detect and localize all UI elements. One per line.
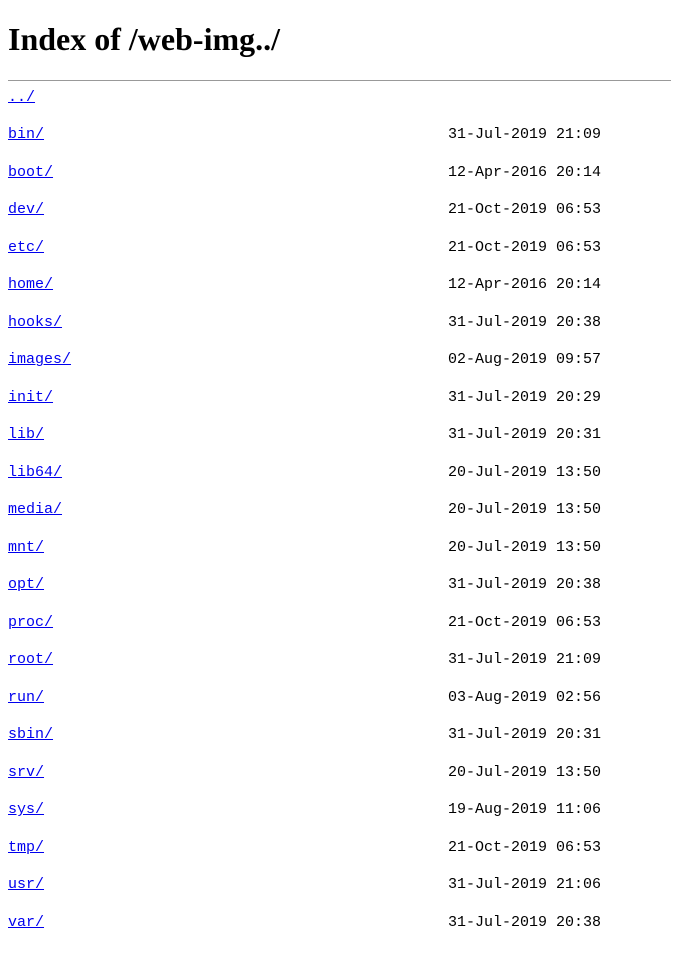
list-row: init/31-Jul-2019 20:29 xyxy=(8,389,671,408)
list-row: root/31-Jul-2019 21:09 xyxy=(8,651,671,670)
list-row: etc/21-Oct-2019 06:53 xyxy=(8,239,671,258)
entry-date: 31-Jul-2019 21:06 xyxy=(448,876,601,895)
dir-link[interactable]: home/ xyxy=(8,276,53,293)
dir-link[interactable]: dev/ xyxy=(8,201,44,218)
list-row: mnt/20-Jul-2019 13:50 xyxy=(8,539,671,558)
list-row: usr/31-Jul-2019 21:06 xyxy=(8,876,671,895)
entry-date: 31-Jul-2019 21:09 xyxy=(448,126,601,145)
list-row: opt/31-Jul-2019 20:38 xyxy=(8,576,671,595)
entry-date: 21-Oct-2019 06:53 xyxy=(448,239,601,258)
dir-link[interactable]: tmp/ xyxy=(8,839,44,856)
dir-link[interactable]: var/ xyxy=(8,914,44,931)
list-row: var/31-Jul-2019 20:38 xyxy=(8,914,671,933)
entry-date: 02-Aug-2019 09:57 xyxy=(448,351,601,370)
entry-date: 20-Jul-2019 13:50 xyxy=(448,764,601,783)
entry-date: 21-Oct-2019 06:53 xyxy=(448,614,601,633)
list-row: boot/12-Apr-2016 20:14 xyxy=(8,164,671,183)
dir-link[interactable]: images/ xyxy=(8,351,71,368)
entry-date: 31-Jul-2019 20:38 xyxy=(448,914,601,933)
entry-date: 21-Oct-2019 06:53 xyxy=(448,839,601,858)
dir-link[interactable]: lib/ xyxy=(8,426,44,443)
dir-link[interactable]: lib64/ xyxy=(8,464,62,481)
list-row: sbin/31-Jul-2019 20:31 xyxy=(8,726,671,745)
dir-link[interactable]: init/ xyxy=(8,389,53,406)
list-row: images/02-Aug-2019 09:57 xyxy=(8,351,671,370)
list-row: lib/31-Jul-2019 20:31 xyxy=(8,426,671,445)
dir-link[interactable]: proc/ xyxy=(8,614,53,631)
dir-link[interactable]: sbin/ xyxy=(8,726,53,743)
list-row-parent: ../ xyxy=(8,89,671,108)
entry-date: 31-Jul-2019 20:31 xyxy=(448,426,601,445)
dir-link[interactable]: opt/ xyxy=(8,576,44,593)
dir-link[interactable]: root/ xyxy=(8,651,53,668)
entry-date: 03-Aug-2019 02:56 xyxy=(448,689,601,708)
dir-link[interactable]: mnt/ xyxy=(8,539,44,556)
dir-link[interactable]: bin/ xyxy=(8,126,44,143)
entry-date: 20-Jul-2019 13:50 xyxy=(448,539,601,558)
dir-link[interactable]: sys/ xyxy=(8,801,44,818)
entry-date: 31-Jul-2019 21:09 xyxy=(448,651,601,670)
page-title: Index of /web-img../ xyxy=(8,21,671,58)
list-row: run/03-Aug-2019 02:56 xyxy=(8,689,671,708)
dir-link[interactable]: media/ xyxy=(8,501,62,518)
list-row: proc/21-Oct-2019 06:53 xyxy=(8,614,671,633)
divider xyxy=(8,80,671,81)
dir-link[interactable]: etc/ xyxy=(8,239,44,256)
list-row: lib64/20-Jul-2019 13:50 xyxy=(8,464,671,483)
list-row: bin/31-Jul-2019 21:09 xyxy=(8,126,671,145)
entry-date: 19-Aug-2019 11:06 xyxy=(448,801,601,820)
dir-link[interactable]: usr/ xyxy=(8,876,44,893)
entry-date: 21-Oct-2019 06:53 xyxy=(448,201,601,220)
dir-link[interactable]: run/ xyxy=(8,689,44,706)
entry-date: 12-Apr-2016 20:14 xyxy=(448,164,601,183)
entry-date: 31-Jul-2019 20:29 xyxy=(448,389,601,408)
parent-dir-link[interactable]: ../ xyxy=(8,89,35,106)
list-row: srv/20-Jul-2019 13:50 xyxy=(8,764,671,783)
dir-link[interactable]: srv/ xyxy=(8,764,44,781)
list-row: hooks/31-Jul-2019 20:38 xyxy=(8,314,671,333)
entry-date: 12-Apr-2016 20:14 xyxy=(448,276,601,295)
entry-date: 31-Jul-2019 20:31 xyxy=(448,726,601,745)
entry-date: 31-Jul-2019 20:38 xyxy=(448,314,601,333)
list-row: dev/21-Oct-2019 06:53 xyxy=(8,201,671,220)
list-row: home/12-Apr-2016 20:14 xyxy=(8,276,671,295)
entry-date: 20-Jul-2019 13:50 xyxy=(448,464,601,483)
dir-link[interactable]: boot/ xyxy=(8,164,53,181)
entry-date: 31-Jul-2019 20:38 xyxy=(448,576,601,595)
list-row: tmp/21-Oct-2019 06:53 xyxy=(8,839,671,858)
directory-listing: ../ bin/31-Jul-2019 21:09 boot/12-Apr-20… xyxy=(8,89,671,952)
list-row: sys/19-Aug-2019 11:06 xyxy=(8,801,671,820)
dir-link[interactable]: hooks/ xyxy=(8,314,62,331)
